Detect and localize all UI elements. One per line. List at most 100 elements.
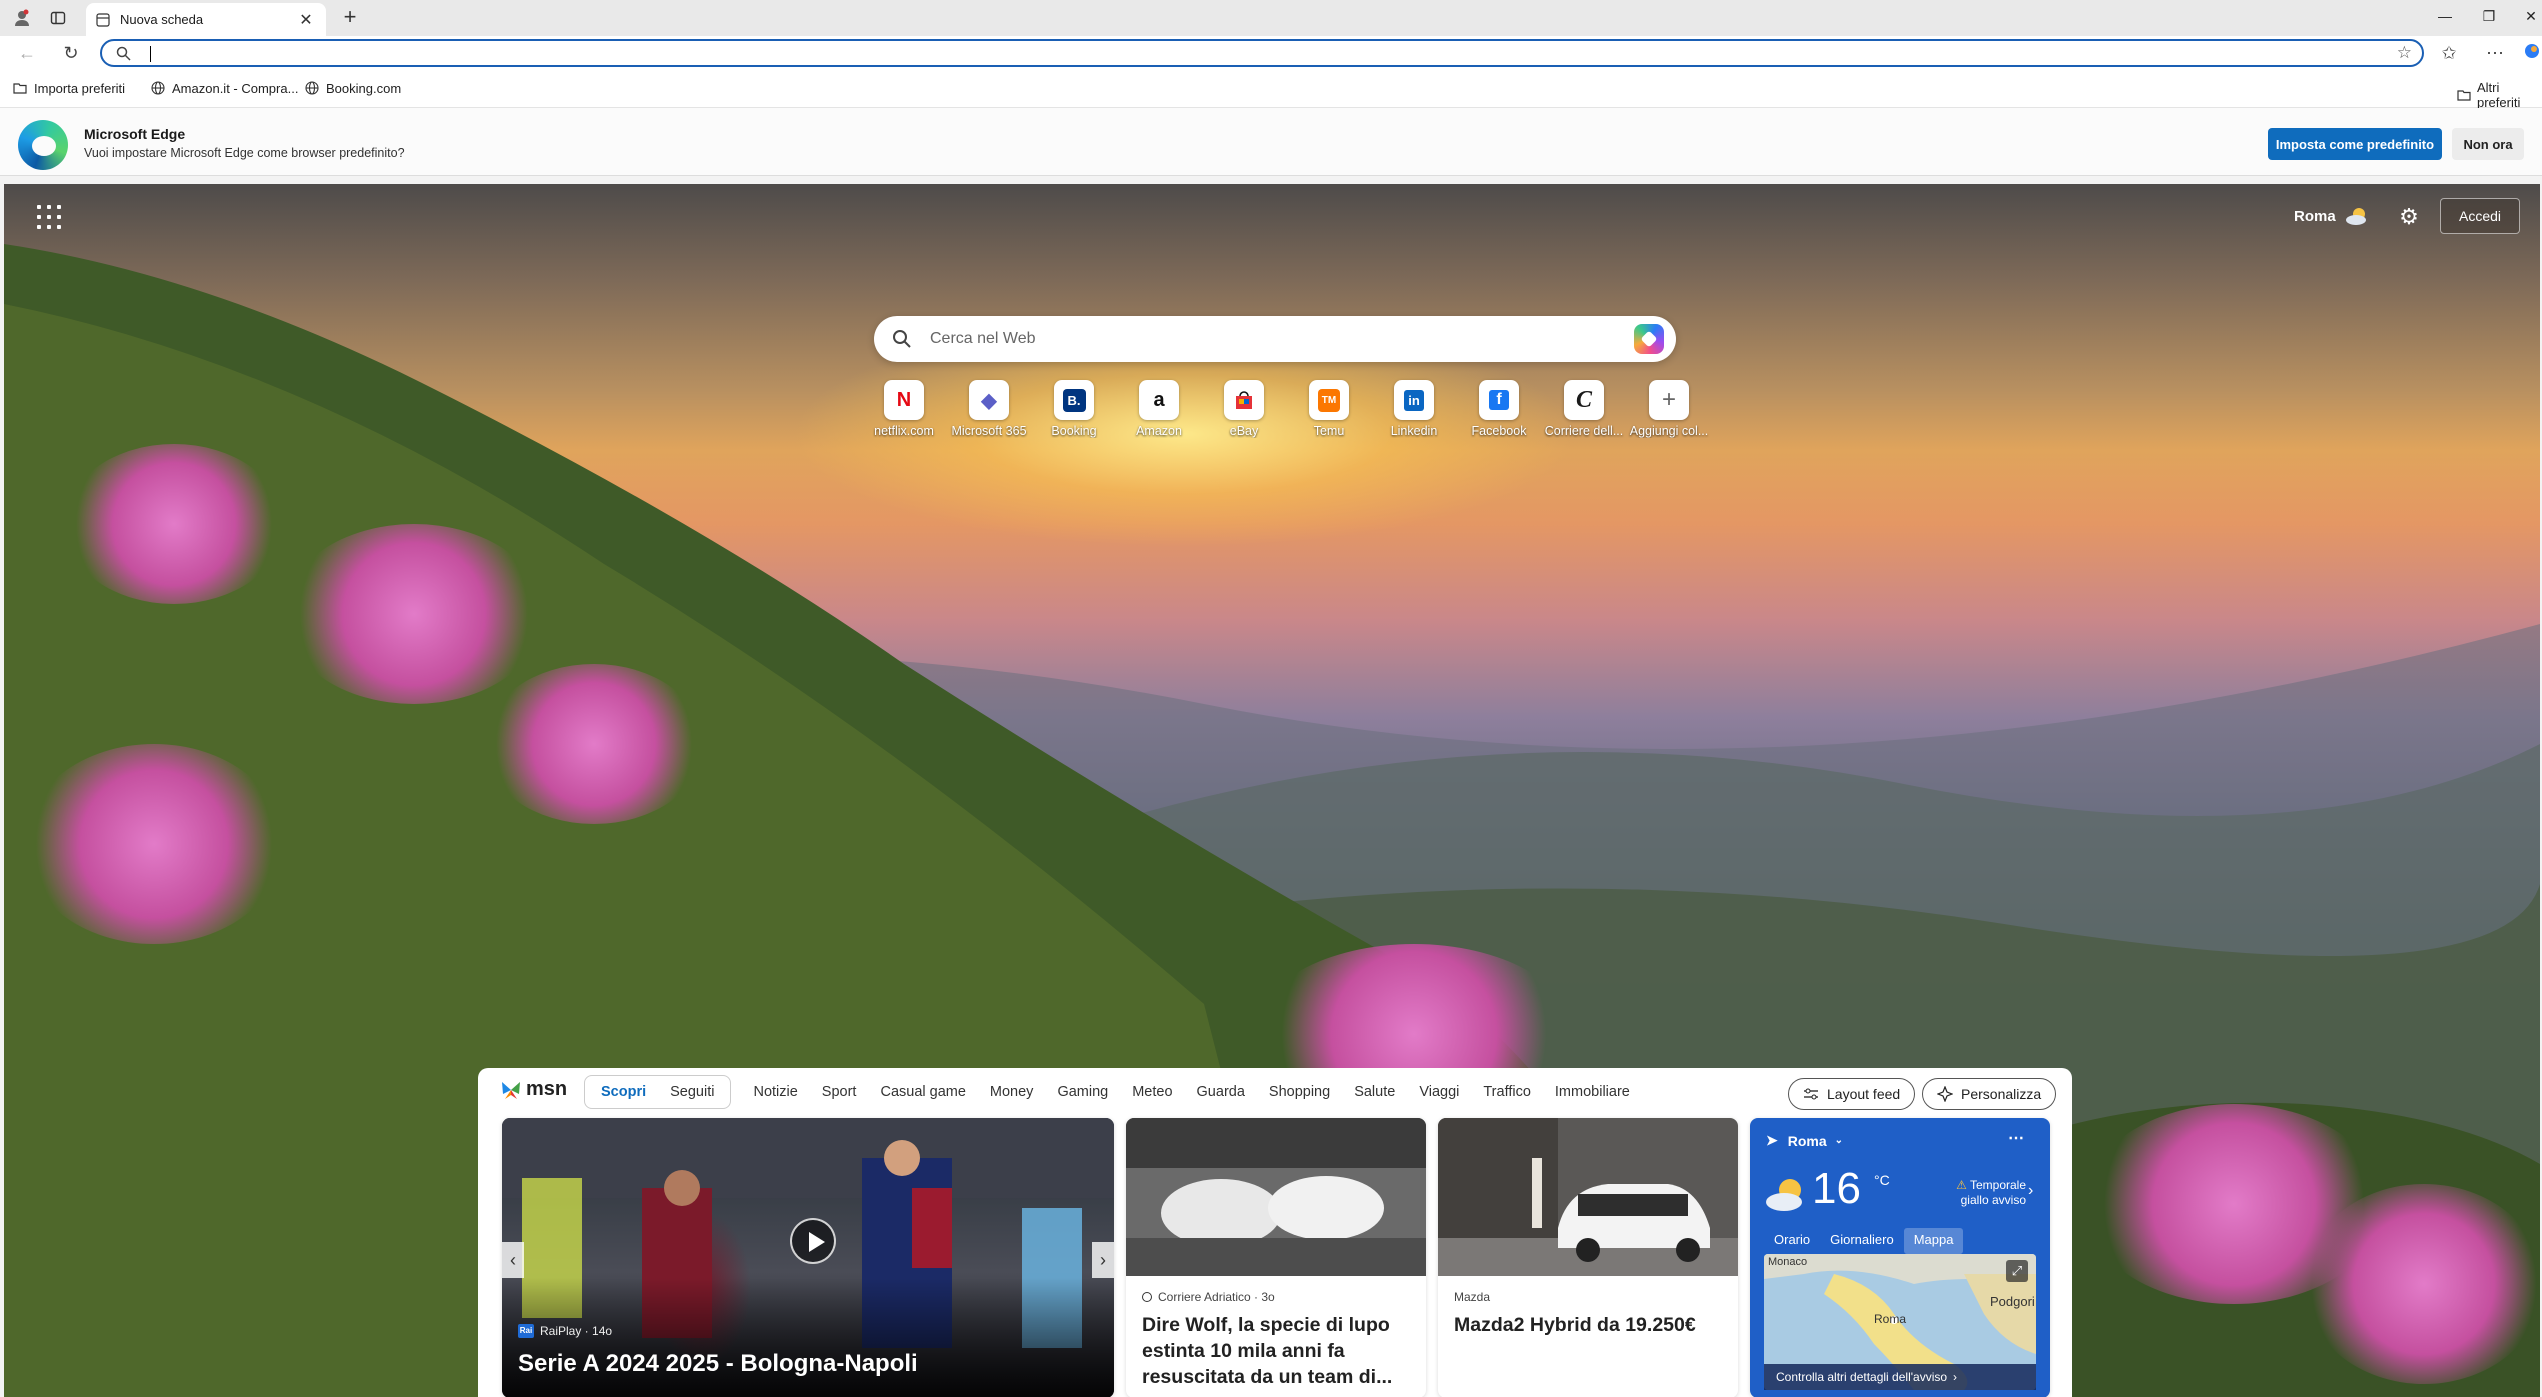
tab-meteo[interactable]: Meteo [1120, 1084, 1184, 1100]
more-options-icon[interactable]: ⋯ [2008, 1128, 2024, 1148]
weather-tab-hourly[interactable]: Orario [1764, 1228, 1820, 1254]
text-caret [150, 46, 151, 62]
other-favorites[interactable]: Altri preferiti [2456, 80, 2542, 110]
quick-link-corriere[interactable]: C Corriere dell... [1542, 380, 1626, 438]
tab-gaming[interactable]: Gaming [1045, 1084, 1120, 1100]
favorites-icon[interactable]: ✩ [2436, 41, 2462, 65]
weather-tab-map[interactable]: Mappa [1903, 1228, 1964, 1254]
weather-location: Roma [2294, 207, 2336, 225]
linkedin-icon: in [1394, 380, 1434, 420]
banner-text: Vuoi impostare Microsoft Edge come brows… [84, 146, 405, 160]
weather-location-selector[interactable]: ➤ Roma ⌄ [1766, 1132, 1843, 1149]
expand-map-icon[interactable]: ⤢ [2006, 1260, 2028, 1282]
weather-unit: °C [1874, 1172, 1890, 1188]
workspaces-icon[interactable] [46, 6, 70, 30]
weather-widget-top[interactable]: Roma [2294, 206, 2370, 226]
news-card-wolf[interactable]: Corriere Adriatico · 3o Dire Wolf, la sp… [1126, 1118, 1426, 1397]
tab-money[interactable]: Money [978, 1084, 1046, 1100]
search-placeholder: Cerca nel Web [930, 330, 1036, 347]
tab-traffico[interactable]: Traffico [1471, 1084, 1543, 1100]
favorite-label: Importa preferiti [34, 80, 126, 96]
address-input[interactable] [146, 44, 2346, 62]
quick-link-ebay[interactable]: eBay [1202, 380, 1286, 438]
weather-footer-text: Controlla altri dettagli dell'avviso [1776, 1370, 1948, 1384]
msn-feed: msn Scopri Seguiti Notizie Sport Casual … [478, 1068, 2072, 1397]
corriere-icon: C [1564, 380, 1604, 420]
msn-logo[interactable]: msn [500, 1078, 567, 1101]
default-browser-banner: Microsoft Edge Vuoi impostare Microsoft … [0, 108, 2542, 176]
card-source: Corriere Adriatico · 3o [1142, 1290, 1275, 1304]
refresh-button[interactable]: ↻ [58, 41, 84, 65]
quick-link-facebook[interactable]: f Facebook [1457, 380, 1541, 438]
weather-alert-details-link[interactable]: Controlla altri dettagli dell'avviso › [1764, 1364, 2036, 1390]
address-bar[interactable]: ☆ [100, 39, 2424, 67]
tab-notizie[interactable]: Notizie [741, 1084, 809, 1100]
personalize-label: Personalizza [1961, 1086, 2042, 1102]
tile-label: Linkedin [1390, 424, 1438, 438]
tab-casual-game[interactable]: Casual game [868, 1084, 977, 1100]
msn-brand: msn [526, 1078, 568, 1100]
tile-label: Aggiungi col... [1629, 424, 1709, 438]
card-source: Mazda [1454, 1290, 1491, 1304]
not-now-button[interactable]: Non ora [2452, 128, 2524, 160]
new-tab-button[interactable]: + [338, 6, 362, 30]
warning-icon: ⚠ [1956, 1178, 1967, 1192]
newtab-page-icon [96, 12, 110, 27]
back-button[interactable]: ← [14, 41, 40, 65]
sign-in-button[interactable]: Accedi [2440, 198, 2520, 234]
corriere-adriatico-icon [1142, 1292, 1152, 1302]
chevron-right-icon[interactable]: › [2028, 1182, 2033, 1200]
settings-more-icon[interactable]: ⋯ [2482, 41, 2508, 65]
copilot-icon[interactable] [2522, 41, 2542, 65]
layout-feed-label: Layout feed [1827, 1086, 1901, 1102]
sparkle-icon [1937, 1086, 1953, 1102]
tab-guarda[interactable]: Guarda [1185, 1084, 1257, 1100]
quick-link-temu[interactable]: TM Temu [1287, 380, 1371, 438]
profile-icon[interactable] [10, 6, 34, 30]
weather-card[interactable]: ➤ Roma ⌄ ⋯ 16 °C ⚠ Temporale giallo avvi… [1750, 1118, 2050, 1397]
tab-salute[interactable]: Salute [1342, 1084, 1407, 1100]
tab-shopping[interactable]: Shopping [1257, 1084, 1342, 1100]
ad-card-mazda[interactable]: Mazda Mazda2 Hybrid da 19.250€ [1438, 1118, 1738, 1397]
tile-label: Facebook [1471, 424, 1527, 438]
weather-tab-daily[interactable]: Giornaliero [1820, 1228, 1904, 1254]
favorite-star-icon[interactable]: ☆ [2397, 43, 2412, 63]
play-icon[interactable] [790, 1218, 836, 1264]
tab-immobiliare[interactable]: Immobiliare [1543, 1084, 1642, 1100]
add-shortcut-tile[interactable]: + Aggiungi col... [1627, 380, 1711, 438]
mazda-car-photo [1438, 1118, 1738, 1276]
page-settings-icon[interactable]: ⚙ [2394, 202, 2424, 232]
tab-seguiti[interactable]: Seguiti [658, 1084, 726, 1100]
web-search-box[interactable]: Cerca nel Web [874, 316, 1676, 362]
favorite-amazon[interactable]: Amazon.it - Compra... [150, 80, 298, 96]
weather-alert[interactable]: ⚠ Temporale giallo avviso [1942, 1178, 2026, 1208]
quick-link-linkedin[interactable]: in Linkedin [1372, 380, 1456, 438]
carousel-prev-icon[interactable]: ‹ [502, 1242, 524, 1278]
tab-viaggi[interactable]: Viaggi [1407, 1084, 1471, 1100]
close-tab-icon[interactable]: ✕ [296, 10, 316, 30]
map-label-monaco: Monaco [1768, 1256, 1808, 1268]
personalize-button[interactable]: Personalizza [1922, 1078, 2057, 1110]
copilot-icon[interactable] [1634, 324, 1664, 354]
quick-link-netflix[interactable]: Nnetflix.com [862, 380, 946, 438]
app-launcher-icon[interactable] [34, 202, 64, 232]
set-default-button[interactable]: Imposta come predefinito [2268, 128, 2442, 160]
new-tab-page: Roma ⚙ Accedi Cerca nel Web Nnetflix.com… [4, 184, 2540, 1397]
quick-link-booking[interactable]: B. Booking [1032, 380, 1116, 438]
favorite-booking[interactable]: Booking.com [304, 80, 401, 96]
carousel-next-icon[interactable]: › [1092, 1242, 1114, 1278]
quick-link-amazon[interactable]: a Amazon [1117, 380, 1201, 438]
close-window-button[interactable]: ✕ [2516, 4, 2542, 28]
restore-button[interactable]: ❐ [2474, 4, 2504, 28]
chevron-right-icon: › [1953, 1370, 1958, 1384]
quick-link-microsoft365[interactable]: ◆ Microsoft 365 [947, 380, 1031, 438]
news-card-main[interactable]: ‹ › Rai RaiPlay · 14o Serie A 2024 2025 -… [502, 1118, 1114, 1397]
tab-sport[interactable]: Sport [810, 1084, 869, 1100]
netflix-icon: N [884, 380, 924, 420]
minimize-button[interactable]: — [2430, 4, 2460, 28]
favorite-import[interactable]: Importa preferiti [12, 80, 125, 96]
wolf-pups-photo [1126, 1118, 1426, 1276]
tab-new-tab[interactable]: Nuova scheda ✕ [86, 3, 326, 36]
layout-feed-button[interactable]: Layout feed [1788, 1078, 1916, 1110]
tab-scopri[interactable]: Scopri [589, 1084, 658, 1100]
